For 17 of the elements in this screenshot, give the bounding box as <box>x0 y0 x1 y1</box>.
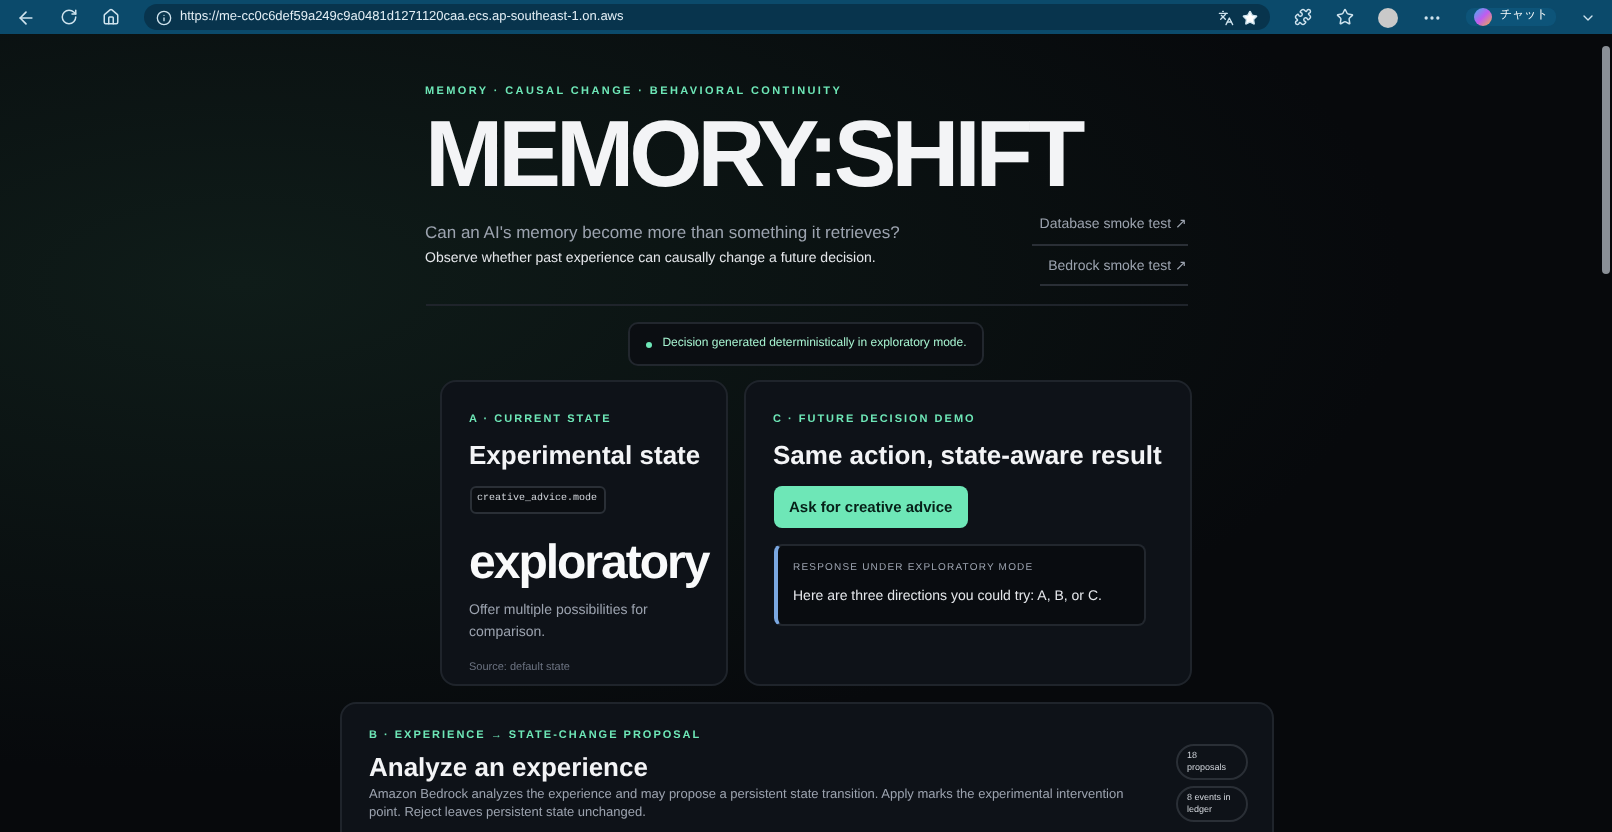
state-value: exploratory <box>469 535 709 591</box>
chat-logo-icon <box>1474 8 1492 26</box>
question-text: Can an AI's memory become more than something it retrieves? <box>425 220 900 246</box>
translate-icon[interactable] <box>1218 9 1234 25</box>
page-title: MEMORY:SHIFT <box>425 102 1084 207</box>
back-icon[interactable] <box>16 7 36 27</box>
site-info-icon[interactable] <box>156 9 172 25</box>
scrollbar-thumb[interactable] <box>1602 46 1610 274</box>
profile-avatar[interactable] <box>1378 7 1398 27</box>
favorites-icon[interactable] <box>1336 8 1354 26</box>
card-title: Experimental state <box>469 437 701 474</box>
card-title: Same action, state-aware result <box>773 437 1162 473</box>
refresh-icon[interactable] <box>60 8 78 26</box>
extensions-icon[interactable] <box>1294 8 1312 26</box>
favorite-star-icon[interactable] <box>1242 9 1258 25</box>
home-icon[interactable] <box>102 8 120 26</box>
card-title: Analyze an experience <box>369 751 650 781</box>
